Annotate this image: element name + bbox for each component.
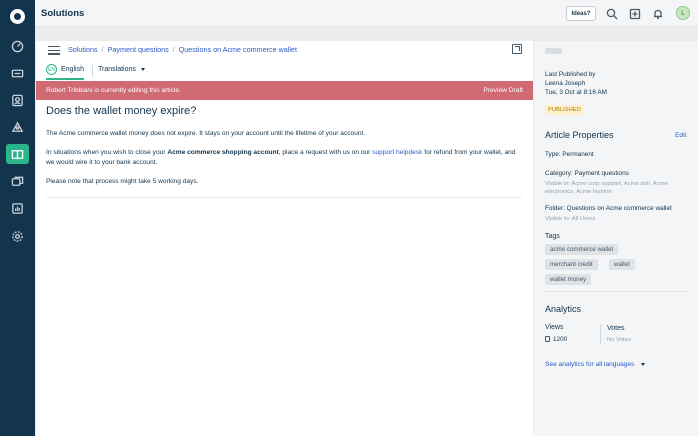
all-languages-analytics-link[interactable]: See analytics for all languages (545, 361, 646, 368)
article-paragraph-3: Please note that process might take 5 wo… (46, 178, 199, 185)
analytics-heading: Analytics (545, 304, 582, 314)
left-nav-rail (0, 0, 35, 436)
votes-value: No Votes (607, 337, 631, 343)
editing-banner: Robert Tribbiani is currently editing th… (36, 81, 533, 100)
avatar[interactable]: L (676, 6, 690, 20)
article-paragraph-1: The Acme commerce wallet money does not … (46, 130, 366, 137)
article-paragraph-2: In situations when you wish to close you… (46, 149, 516, 166)
analytics-link-label: See analytics for all languages (545, 361, 635, 368)
preview-draft-link[interactable]: Preview Draft (483, 87, 523, 94)
search-icon[interactable] (606, 7, 618, 20)
folder-line: Folder: Questions on Acme commerce walle… (545, 205, 672, 212)
dashboard-icon[interactable] (6, 36, 29, 56)
votes-label: Votes (607, 325, 625, 332)
reports-icon[interactable] (6, 198, 29, 218)
page-title: Solutions (41, 8, 85, 19)
chevron-down-icon (641, 363, 646, 366)
editing-message: Robert Tribbiani is currently editing th… (46, 87, 181, 94)
forums-icon[interactable] (6, 171, 29, 191)
translations-label: Translations (98, 66, 136, 73)
published-time: Tue, 3 Oct at 8:16 AM (545, 89, 607, 96)
views-count: 1200 (553, 336, 568, 343)
views-label: Views (545, 324, 564, 331)
tab-english[interactable]: EN English (46, 63, 84, 80)
breadcrumb-current-folder[interactable]: Questions on Acme commerce wallet (179, 45, 297, 54)
publisher-name: Leena Joseph (545, 80, 586, 87)
expand-icon[interactable] (512, 44, 522, 54)
article-title: Does the wallet money expire? (46, 105, 197, 117)
sidebar-divider (545, 291, 687, 292)
category-visibility: Visible in: Acme corp support, Acme doll… (545, 181, 668, 195)
bold-account-name: Acme commerce shopping account (167, 149, 279, 156)
tags-heading: Tags (545, 233, 560, 240)
language-label: English (61, 66, 84, 73)
tag-chip[interactable]: acme commerce wallet (545, 244, 619, 255)
breadcrumb-solutions[interactable]: Solutions (68, 45, 98, 54)
solutions-icon[interactable] (6, 144, 29, 164)
chevron-down-icon (140, 68, 145, 71)
new-item-icon[interactable] (629, 7, 641, 20)
article-body: The Acme commerce wallet money does not … (46, 129, 516, 196)
breadcrumb: Solutions / Payment questions / Questions on… (68, 45, 297, 54)
article-divider (46, 197, 522, 198)
edit-properties-link[interactable]: Edit (675, 132, 686, 139)
status-badge: PUBLISHED (545, 105, 584, 115)
tickets-icon[interactable] (6, 63, 29, 83)
ideas-button[interactable]: Ideas? (566, 6, 596, 21)
app-logo-icon[interactable] (10, 9, 25, 24)
notifications-bell-icon[interactable] (652, 7, 664, 19)
admin-icon[interactable] (6, 226, 29, 246)
top-header: Solutions Ideas? L (35, 0, 698, 27)
contacts-icon[interactable] (6, 90, 29, 110)
analytics-divider (600, 324, 601, 344)
document-icon (545, 336, 550, 342)
status-chip (545, 48, 562, 54)
tag-chip[interactable]: wallet money (545, 274, 592, 285)
last-published-label: Last Published by (545, 71, 596, 78)
language-badge: EN (46, 64, 57, 75)
article-sidebar: Last Published by Leena Joseph Tue, 3 Oc… (534, 41, 698, 436)
tag-chip[interactable]: merchant credit (545, 259, 598, 270)
category-line: Category: Payment questions (545, 170, 629, 177)
menu-toggle-icon[interactable] (48, 46, 60, 55)
type-line: Type: Permanent (545, 151, 594, 158)
support-helpdesk-link[interactable]: support helpdesk (372, 149, 422, 156)
breadcrumb-payment-questions[interactable]: Payment questions (108, 45, 169, 54)
article-properties-heading: Article Properties (545, 130, 614, 140)
tab-divider (92, 65, 93, 77)
groups-icon[interactable] (6, 117, 29, 137)
translations-dropdown[interactable]: Translations (98, 66, 145, 73)
tag-chip[interactable]: wallet (609, 259, 635, 270)
article-panel: Solutions / Payment questions / Questions on… (36, 41, 533, 436)
folder-visibility: Visible to: All Users (545, 216, 596, 222)
